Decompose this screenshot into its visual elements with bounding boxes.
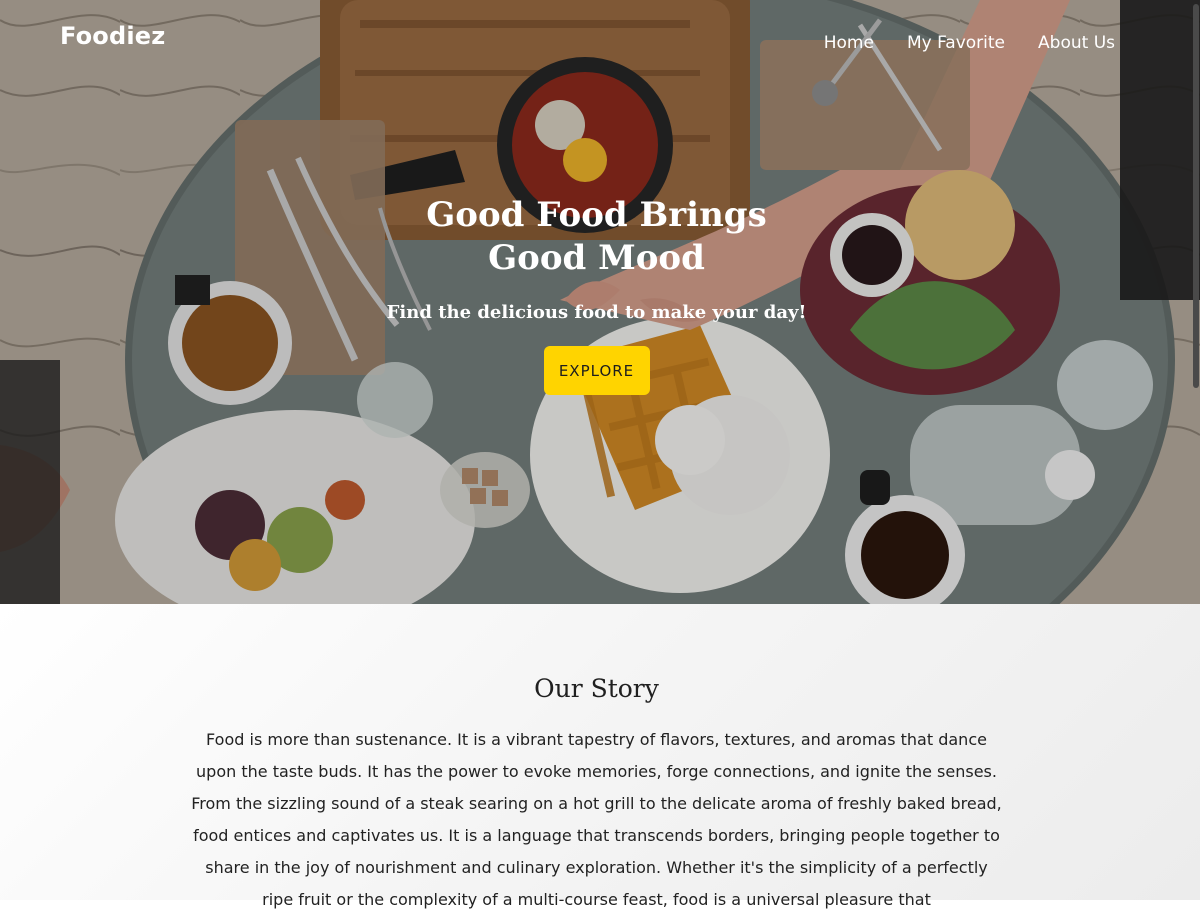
hero-title-line-1: Good Food Brings xyxy=(426,195,767,235)
hero-subtitle: Find the delicious food to make your day… xyxy=(386,302,807,323)
hero-title: Good Food Brings Good Mood xyxy=(0,194,1193,280)
story-title: Our Story xyxy=(534,674,659,703)
explore-button[interactable]: EXPLORE xyxy=(543,346,650,395)
scrollbar-thumb[interactable] xyxy=(1193,4,1199,388)
our-story-section: Our Story Food is more than sustenance. … xyxy=(0,604,1200,909)
page-scrollbar[interactable] xyxy=(1192,0,1200,900)
main-nav: Home My Favorite About Us xyxy=(824,33,1115,53)
site-logo[interactable]: Foodiez xyxy=(60,22,165,50)
nav-home-link[interactable]: Home xyxy=(824,33,874,53)
hero-title-line-2: Good Mood xyxy=(488,238,705,278)
hero-content: Good Food Brings Good Mood Find the deli… xyxy=(0,194,1193,395)
nav-about-us-link[interactable]: About Us xyxy=(1038,33,1115,53)
hero-section: Foodiez Home My Favorite About Us Good F… xyxy=(0,0,1200,604)
story-text: Food is more than sustenance. It is a vi… xyxy=(191,730,1002,909)
nav-my-favorite-link[interactable]: My Favorite xyxy=(907,33,1005,53)
top-navigation-bar: Foodiez Home My Favorite About Us xyxy=(0,0,1200,90)
